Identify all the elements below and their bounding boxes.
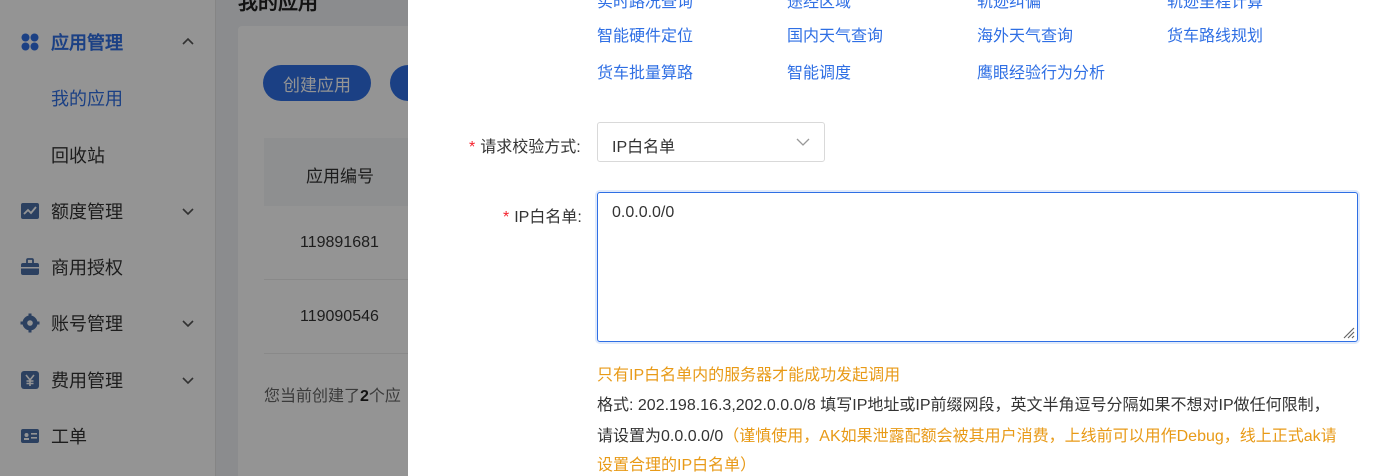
service-link[interactable]: 货车批量算路 (597, 59, 693, 83)
hint-caution-text: （谨慎使用，AK如果泄露配额会被其用户消费，上线前可以用作Debug，线上正式a… (723, 428, 1337, 445)
verify-method-label: * 请求校验方式: (469, 133, 581, 157)
required-mark: * (503, 209, 510, 226)
verify-method-select[interactable]: IP白名单 (597, 122, 825, 162)
service-link[interactable]: 轨迹里程计算 (1167, 0, 1263, 12)
service-link[interactable]: 智能硬件定位 (597, 22, 693, 46)
service-link[interactable]: 智能调度 (787, 59, 851, 83)
service-link[interactable]: 国内天气查询 (787, 22, 883, 46)
ip-whitelist-label-text: IP白名单: (514, 209, 582, 226)
service-link[interactable]: 轨迹纠偏 (977, 0, 1041, 12)
service-link[interactable]: 鹰眼经验行为分析 (977, 59, 1105, 83)
ip-whitelist-label: * IP白名单: (503, 203, 582, 227)
service-link[interactable]: 海外天气查询 (977, 22, 1073, 46)
service-link[interactable]: 货车路线规划 (1167, 22, 1263, 46)
hint-default-value: 请设置为0.0.0.0/0 (597, 428, 724, 445)
required-mark: * (469, 139, 476, 156)
app-config-drawer: 实时路况查询 途经区域 轨迹纠偏 轨迹里程计算 智能硬件定位 国内天气查询 海外… (408, 0, 1391, 476)
whitelist-caution-line3: 设置合理的IP白名单） (597, 457, 757, 474)
whitelist-format-hint-line2: 请设置为0.0.0.0/0（谨慎使用，AK如果泄露配额会被其用户消费，上线前可以… (597, 422, 1337, 446)
resize-grip-icon[interactable] (1341, 325, 1355, 339)
whitelist-format-hint: 格式: 202.198.16.3,202.0.0.0/8 填写IP地址或IP前缀… (597, 397, 1330, 414)
verify-method-value: IP白名单 (612, 139, 676, 156)
verify-method-label-text: 请求校验方式: (480, 139, 581, 156)
ip-whitelist-textarea[interactable]: 0.0.0.0/0 (597, 192, 1358, 342)
service-link[interactable]: 实时路况查询 (597, 0, 693, 12)
whitelist-warning-hint: 只有IP白名单内的服务器才能成功发起调用 (597, 367, 901, 384)
chevron-down-icon (796, 135, 810, 149)
service-link[interactable]: 途经区域 (787, 0, 851, 12)
ip-whitelist-value: 0.0.0.0/0 (612, 204, 675, 221)
